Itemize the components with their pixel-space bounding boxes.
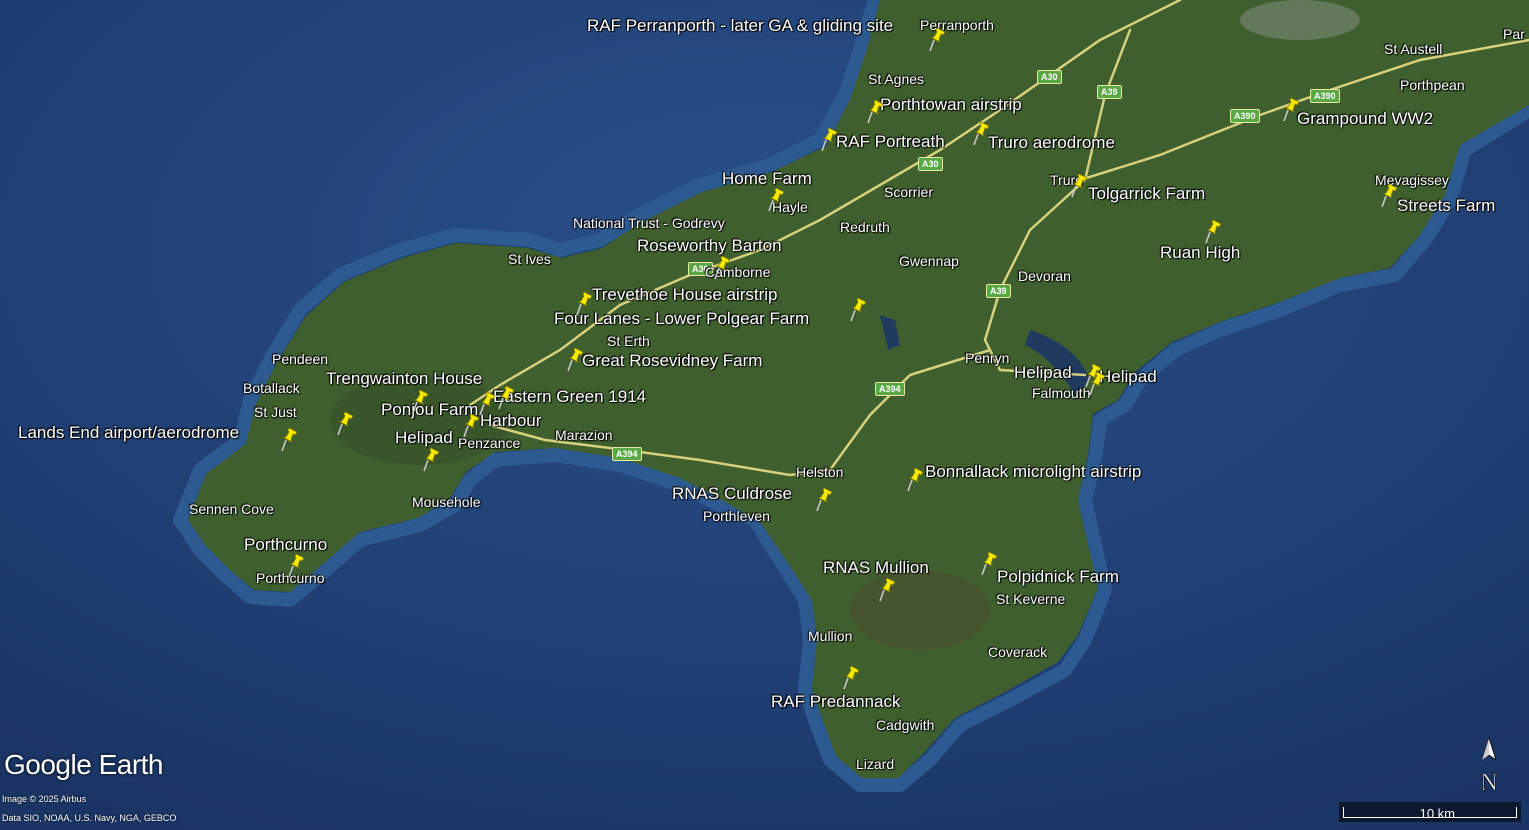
town-label: Botallack [243, 380, 300, 396]
town-label: Mousehole [412, 494, 481, 510]
town-label: Mullion [808, 628, 853, 644]
urban-area [1240, 0, 1360, 40]
pushpin-icon[interactable] [980, 550, 1002, 576]
placemark-label[interactable]: RAF Portreath [836, 133, 945, 150]
placemark-label[interactable]: Trevethoe House airstrip [592, 286, 778, 303]
map-view[interactable]: A30 A39 A390 A390 A30 A30 A39 A394 A394 … [0, 0, 1529, 830]
town-label: St Erth [607, 333, 650, 349]
town-label: St Ives [508, 251, 551, 267]
google-earth-logo: Google Earth [4, 749, 164, 780]
town-label: Devoran [1018, 268, 1071, 284]
pushpin-icon[interactable] [575, 290, 597, 316]
town-label: Sennen Cove [189, 501, 274, 517]
town-label: National Trust - Godrevy [573, 215, 725, 231]
pushpin-icon[interactable] [767, 186, 789, 212]
pushpin-icon[interactable] [1088, 370, 1110, 396]
pushpin-icon[interactable] [566, 346, 588, 372]
town-label: Penryn [965, 350, 1010, 366]
town-label: Marazion [555, 427, 613, 443]
scale-bar: 10 km [1339, 802, 1521, 822]
placemark-label[interactable]: Bonnallack microlight airstrip [925, 463, 1141, 480]
placemark-label[interactable]: RAF Perranporth - later GA & gliding sit… [587, 17, 893, 34]
pushpin-icon[interactable] [1204, 218, 1226, 244]
placemark-label[interactable]: Ruan High [1160, 244, 1240, 261]
placemark-label[interactable]: RNAS Mullion [823, 559, 929, 576]
scale-label: 10 km [1419, 806, 1455, 821]
compass-letter: N [1480, 770, 1497, 794]
town-label: St Keverne [996, 591, 1066, 607]
road-badge-a39: A39 [986, 284, 1011, 298]
moorland-patch [850, 570, 990, 650]
town-label: Porthleven [703, 508, 770, 524]
pushpin-icon[interactable] [878, 576, 900, 602]
placemark-label[interactable]: Helipad [395, 429, 453, 446]
placemark-label[interactable]: Streets Farm [1397, 197, 1495, 214]
placemark-label[interactable]: Grampound WW2 [1297, 110, 1433, 127]
town-label: Falmouth [1032, 385, 1091, 401]
pushpin-icon[interactable] [1070, 172, 1092, 198]
town-label: Porthpean [1400, 77, 1465, 93]
town-label: St Just [254, 404, 297, 420]
pushpin-icon[interactable] [866, 98, 888, 124]
road-badge-a39: A39 [1097, 85, 1122, 99]
pushpin-icon[interactable] [287, 552, 309, 578]
placemark-label[interactable]: RAF Predannack [771, 693, 900, 710]
road-badge-a30: A30 [918, 157, 943, 171]
town-label: Scorrier [884, 184, 934, 200]
pushpin-icon[interactable] [411, 388, 433, 414]
pushpin-icon[interactable] [1282, 96, 1304, 122]
road-badge-a390: A390 [1310, 89, 1340, 103]
pushpin-icon[interactable] [280, 426, 302, 452]
road-badge-a30: A30 [1037, 70, 1062, 84]
pushpin-icon[interactable] [336, 410, 358, 436]
image-credit: Image © 2025 Airbus [2, 794, 87, 804]
pushpin-icon[interactable] [928, 26, 950, 52]
placemark-label[interactable]: Great Rosevidney Farm [582, 352, 762, 369]
pushpin-icon[interactable] [849, 296, 871, 322]
town-label: St Austell [1384, 41, 1443, 57]
town-label: Lizard [856, 756, 895, 772]
placemark-label[interactable]: Home Farm [722, 170, 812, 187]
town-label: Redruth [840, 219, 890, 235]
placemark-label[interactable]: Tolgarrick Farm [1088, 185, 1205, 202]
pushpin-icon[interactable] [972, 120, 994, 146]
pushpin-icon[interactable] [815, 486, 837, 512]
town-label: Cadgwith [876, 717, 935, 733]
pushpin-icon[interactable] [842, 664, 864, 690]
data-credit: Data SIO, NOAA, U.S. Navy, NGA, GEBCO [2, 813, 177, 823]
pushpin-icon[interactable] [1380, 182, 1402, 208]
town-label: Helston [796, 464, 844, 480]
town-label: Gwennap [899, 253, 959, 269]
pushpin-icon[interactable] [497, 384, 519, 410]
placemark-label[interactable]: Roseworthy Barton [637, 237, 782, 254]
pushpin-icon[interactable] [820, 126, 842, 152]
placemark-label[interactable]: Helipad [1014, 364, 1072, 381]
town-label: Par [1503, 26, 1525, 42]
pushpin-icon[interactable] [906, 466, 928, 492]
placemark-label[interactable]: Truro aerodrome [988, 134, 1115, 151]
road-badge-a390: A390 [1230, 109, 1260, 123]
placemark-label[interactable]: Lands End airport/aerodrome [18, 424, 239, 441]
road-badge-a394: A394 [875, 382, 905, 396]
pushpin-icon[interactable] [713, 254, 735, 280]
town-label: Pendeen [272, 351, 329, 367]
placemark-label[interactable]: Porthcurno [244, 536, 327, 553]
placemark-label[interactable]: Trengwainton House [326, 370, 482, 387]
pushpin-icon[interactable] [422, 446, 444, 472]
pushpin-icon[interactable] [462, 412, 484, 438]
placemark-label[interactable]: Porthtowan airstrip [880, 96, 1022, 113]
north-arrow-icon[interactable]: N [1474, 736, 1504, 794]
town-label: Coverack [988, 644, 1048, 660]
town-label: St Agnes [868, 71, 925, 87]
road-badge-a394: A394 [612, 447, 642, 461]
placemark-label[interactable]: RNAS Culdrose [672, 485, 792, 502]
placemark-label[interactable]: Polpidnick Farm [997, 568, 1119, 585]
town-label: Penzance [458, 435, 521, 451]
